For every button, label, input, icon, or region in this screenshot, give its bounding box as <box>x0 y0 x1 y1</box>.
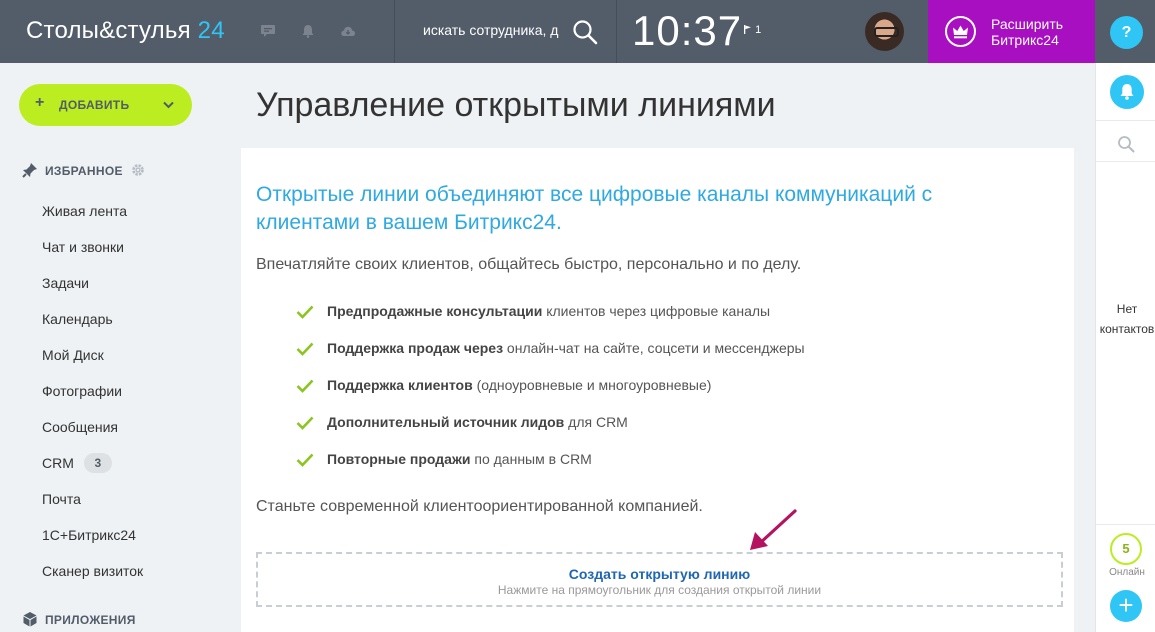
feature-item: Поддержка клиентов (одноуровневые и мног… <box>327 377 711 393</box>
notifications-button[interactable] <box>1110 75 1144 109</box>
feature-rest: для CRM <box>564 414 628 430</box>
check-icon <box>296 453 314 467</box>
header-divider <box>394 0 395 63</box>
sidebar-item-chat[interactable]: Чат и звонки <box>42 239 124 255</box>
panel-divider <box>1096 524 1155 525</box>
sidebar-item-feed[interactable]: Живая лента <box>42 203 127 219</box>
feature-item: Повторные продажи по данным в CRM <box>327 451 592 467</box>
panel-divider <box>1096 120 1155 121</box>
logo-number: 24 <box>197 17 225 44</box>
workday-flag[interactable]: 1 <box>744 24 761 36</box>
search-icon[interactable] <box>572 19 598 45</box>
gear-icon[interactable] <box>131 163 145 177</box>
create-open-line-button[interactable]: Создать открытую линию Нажмите на прямоу… <box>256 552 1063 607</box>
check-icon <box>296 342 314 356</box>
help-button[interactable]: ? <box>1110 16 1143 49</box>
feature-bold: Повторные продажи <box>327 451 471 467</box>
check-icon <box>296 305 314 319</box>
online-counter[interactable]: 5 <box>1110 533 1142 565</box>
crm-count-badge: 3 <box>83 453 112 473</box>
no-contacts-line1: Нет <box>1116 302 1138 316</box>
create-title: Создать открытую линию <box>568 566 751 582</box>
feature-rest: клиентов через цифровые каналы <box>542 303 771 319</box>
feature-bold: Поддержка продаж через <box>327 340 504 356</box>
feature-rest: по данным в CRM <box>470 451 592 467</box>
no-contacts-text: Нет контактов <box>1096 299 1155 339</box>
sidebar-item-scanner[interactable]: Сканер визиток <box>42 563 143 579</box>
flag-icon <box>744 25 751 34</box>
add-contact-button[interactable]: + <box>1110 590 1142 622</box>
feature-item: Поддержка продаж через онлайн-чат на сай… <box>327 340 805 356</box>
company-logo[interactable]: Столы&стулья 24 <box>26 17 225 45</box>
sidebar-item-1c[interactable]: 1С+Битрикс24 <box>42 527 136 543</box>
no-contacts-line2: контактов <box>1099 322 1155 336</box>
feature-bold: Дополнительный источник лидов <box>327 414 565 430</box>
cloud-icon[interactable] <box>340 24 356 38</box>
right-panel: Нет контактов 5 Онлайн + <box>1095 63 1155 632</box>
create-subtitle: Нажмите на прямоугольник для создания от… <box>497 583 822 597</box>
upgrade-button[interactable]: Расширить Битрикс24 <box>928 0 1095 63</box>
chevron-down-icon <box>163 101 174 109</box>
feature-bold: Поддержка клиентов <box>327 377 473 393</box>
upgrade-label-line1: Расширить <box>991 16 1064 32</box>
sidebar-item-disk[interactable]: Мой Диск <box>42 347 104 363</box>
search-icon[interactable] <box>1117 135 1135 153</box>
favorites-label: ИЗБРАННОЕ <box>45 164 123 178</box>
crown-icon <box>945 16 976 47</box>
sidebar-item-label: CRM <box>42 455 74 471</box>
footer-text: Станьте современной клиентоориентированн… <box>256 498 703 515</box>
sidebar-item-messages[interactable]: Сообщения <box>42 419 118 435</box>
page-title: Управление открытыми линиями <box>256 86 776 124</box>
cube-icon <box>23 612 37 627</box>
header-divider <box>616 0 617 63</box>
bell-icon <box>1120 84 1134 100</box>
add-button-label: ДОБАВИТЬ <box>59 98 130 112</box>
feature-rest: (одноуровневые и многоуровневые) <box>472 377 712 393</box>
online-label: Онлайн <box>1109 567 1145 578</box>
feature-item: Дополнительный источник лидов для CRM <box>327 414 628 430</box>
logo-name: Столы&стулья <box>26 17 191 44</box>
favorites-header[interactable]: ИЗБРАННОЕ <box>22 162 123 178</box>
lead-text: Открытые линии объединяют все цифровые к… <box>256 183 933 234</box>
check-icon <box>296 416 314 430</box>
sidebar-item-mail[interactable]: Почта <box>42 491 81 507</box>
bell-icon[interactable] <box>300 24 316 38</box>
help-area: ? <box>1095 0 1155 63</box>
sidebar-item-tasks[interactable]: Задачи <box>42 275 89 291</box>
pin-icon <box>22 163 37 178</box>
add-plus-icon: + <box>35 94 45 111</box>
feature-rest: онлайн-чат на сайте, соцсети и мессендже… <box>503 340 805 356</box>
user-avatar[interactable] <box>865 12 904 51</box>
sidebar-item-calendar[interactable]: Календарь <box>42 311 113 327</box>
feature-item: Предпродажные консультации клиентов чере… <box>327 303 770 319</box>
sidebar-item-photos[interactable]: Фотографии <box>42 383 122 399</box>
panel-divider <box>1096 161 1155 162</box>
top-header: Столы&стулья 24 искать сотрудника, д 10:… <box>0 0 1155 63</box>
clock[interactable]: 10:37 <box>632 7 742 55</box>
sidebar-item-crm[interactable]: CRM 3 <box>42 453 112 473</box>
sub-text: Впечатляйте своих клиентов, общайтесь бы… <box>256 256 802 273</box>
applications-label: ПРИЛОЖЕНИЯ <box>45 613 136 627</box>
applications-header[interactable]: ПРИЛОЖЕНИЯ <box>22 611 136 627</box>
upgrade-label-line2: Битрикс24 <box>991 32 1059 48</box>
check-icon <box>296 379 314 393</box>
arrow-annotation <box>750 509 797 550</box>
search-input[interactable]: искать сотрудника, д <box>423 22 563 38</box>
add-button[interactable]: + ДОБАВИТЬ <box>19 84 192 126</box>
chat-icon[interactable] <box>260 24 276 38</box>
feature-bold: Предпродажные консультации <box>327 303 543 319</box>
flag-count: 1 <box>755 24 762 36</box>
